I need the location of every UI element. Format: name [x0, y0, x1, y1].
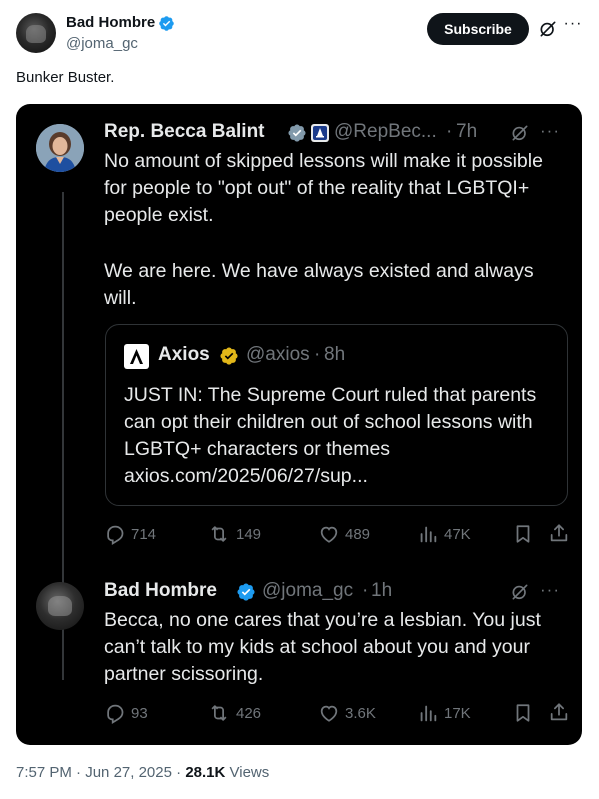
becca-avatar[interactable] [36, 124, 84, 172]
tweet1-author-handle[interactable]: @RepBec... [334, 121, 437, 143]
like-icon [320, 705, 338, 722]
repost-icon [211, 705, 227, 721]
bookmark-icon[interactable] [512, 702, 534, 724]
verified-gold-badge-icon [220, 347, 238, 365]
more-icon[interactable]: ··· [540, 580, 560, 600]
reply-button[interactable]: 93 [104, 701, 148, 725]
tweet2-author-handle[interactable]: @joma_gc [262, 580, 353, 602]
repost-button[interactable]: 426 [207, 701, 261, 725]
repost-button[interactable]: 149 [207, 522, 261, 546]
author-avatar[interactable] [16, 13, 56, 53]
tweet2-separator: · [362, 580, 369, 601]
like-icon [320, 526, 338, 543]
more-icon[interactable]: ··· [563, 16, 583, 37]
repost-count: 426 [236, 704, 262, 722]
grok-icon[interactable] [510, 123, 530, 143]
author-handle[interactable]: @joma_gc [66, 35, 138, 52]
quote-body: JUST IN: The Supreme Court ruled that pa… [124, 384, 537, 487]
views-total: 28.1K [185, 764, 226, 781]
views-button[interactable]: 17K [417, 701, 471, 725]
tweet2-body: Becca, no one cares that you’re a lesbia… [104, 609, 541, 685]
verified-badge-icon [288, 124, 306, 142]
like-button[interactable]: 489 [318, 522, 370, 546]
subscribe-button[interactable]: Subscribe [427, 13, 529, 45]
repost-count: 149 [236, 525, 262, 543]
reply-icon [107, 704, 124, 724]
meta-separator: · [76, 764, 82, 781]
reply-count: 93 [131, 704, 148, 722]
tweet1-time[interactable]: 7h [456, 121, 477, 143]
verified-badge-icon [237, 583, 255, 601]
tweet1-author-name[interactable]: Rep. Becca Balint [104, 121, 265, 143]
quote-author-name[interactable]: Axios [158, 344, 210, 366]
reply-button[interactable]: 714 [104, 522, 156, 546]
views-label: Views [229, 764, 270, 781]
views-icon [420, 526, 437, 543]
quoted-tweet-card[interactable]: Axios @axios · 8h JUST IN: The Supreme C… [105, 324, 568, 506]
share-icon[interactable] [548, 522, 570, 544]
tweet1-body-p2: We are here. We have always existed and … [104, 260, 534, 309]
reply-icon [107, 525, 124, 545]
grok-icon[interactable] [510, 582, 530, 602]
post-date[interactable]: Jun 27, 2025 [85, 764, 172, 781]
like-count: 489 [345, 525, 371, 543]
author-name[interactable]: Bad Hombre [66, 14, 155, 31]
more-icon[interactable]: ··· [540, 121, 560, 141]
post-meta: 7:57 PM · Jun 27, 2025 · 28.1K Views [16, 764, 269, 781]
grok-icon[interactable] [538, 19, 558, 39]
repost-icon [211, 526, 227, 542]
tweet2-author-name[interactable]: Bad Hombre [104, 580, 217, 602]
share-icon[interactable] [548, 701, 570, 723]
views-button[interactable]: 47K [417, 522, 471, 546]
verified-badge-icon [159, 16, 174, 31]
post-text: Bunker Buster. [16, 69, 115, 86]
post-time[interactable]: 7:57 PM [16, 764, 72, 781]
tweet2-actions: 93 426 3.6K 17K [104, 701, 570, 725]
quote-author-handle[interactable]: @axios [246, 344, 310, 366]
bookmark-icon[interactable] [512, 523, 534, 545]
views-icon [420, 705, 437, 722]
tweet2-time[interactable]: 1h [371, 580, 392, 602]
views-count: 17K [444, 704, 471, 722]
views-count: 47K [444, 525, 471, 543]
bad-hombre-avatar[interactable] [36, 582, 84, 630]
tweet1-body-p1: No amount of skipped lessons will make i… [104, 150, 543, 226]
like-button[interactable]: 3.6K [318, 701, 376, 725]
meta-separator: · [176, 764, 182, 781]
embedded-thread-card[interactable]: Rep. Becca Balint @RepBec... · 7h ··· No… [16, 104, 582, 745]
quote-separator: · [314, 344, 321, 365]
government-badge-icon [311, 124, 329, 142]
tweet1-actions: 714 149 489 47K [104, 522, 570, 546]
like-count: 3.6K [345, 704, 376, 722]
reply-count: 714 [131, 525, 157, 543]
quote-time[interactable]: 8h [324, 344, 345, 366]
axios-logo-icon [124, 344, 149, 369]
tweet1-separator: · [446, 121, 453, 142]
